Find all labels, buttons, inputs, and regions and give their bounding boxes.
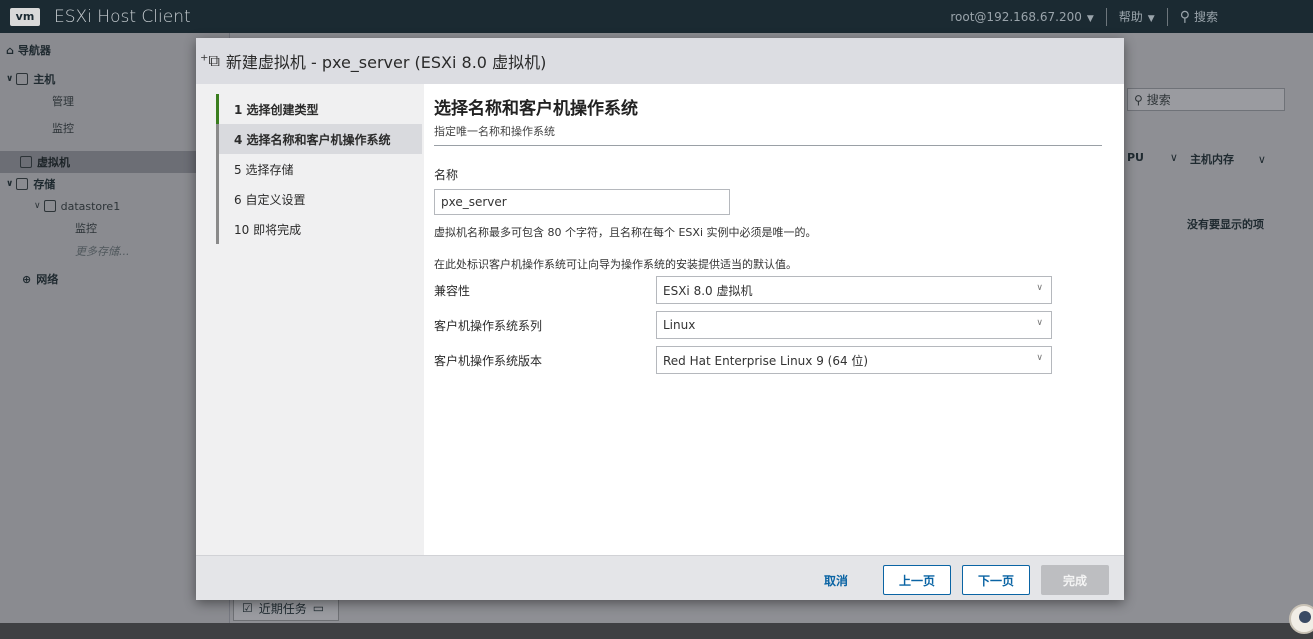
top-bar: vm ESXi Host Client root@192.168.67.200 ▼…	[0, 0, 1313, 33]
chevron-down-icon: ∨	[6, 74, 14, 84]
wizard-steps: 1 选择创建类型 4 选择名称和客户机操作系统 5 选择存储 6 自定义设置 1…	[196, 84, 424, 555]
os-family-label: 客户机操作系统系列	[434, 319, 543, 333]
recent-tasks-bar	[0, 623, 1313, 639]
os-version-label: 客户机操作系统版本	[434, 354, 543, 368]
os-family-value: Linux	[663, 318, 696, 332]
nav-item-more-storage[interactable]: 更多存储...	[75, 240, 130, 262]
wizard-step-4[interactable]: 4 选择名称和客户机操作系统	[216, 124, 422, 154]
nav-item-label: 管理	[52, 95, 74, 108]
host-icon	[16, 73, 29, 85]
os-version-value: Red Hat Enterprise Linux 9 (64 位)	[663, 353, 869, 368]
vmware-logo: vm	[10, 7, 40, 26]
help-menu[interactable]: 帮助 ▼	[1119, 8, 1155, 25]
search-icon: ⚲	[1179, 9, 1190, 25]
storage-icon	[16, 178, 29, 190]
nav-item-label: 存储	[33, 178, 56, 191]
compatibility-label: 兼容性	[434, 284, 471, 298]
nav-item-datastore-monitor[interactable]: 监控	[75, 217, 97, 239]
column-header-cpu[interactable]: PU ∨	[1127, 151, 1178, 164]
wizard-step-10[interactable]: 10 即将完成	[216, 214, 422, 244]
chevron-down-icon: ▼	[1147, 14, 1155, 24]
app-title: ESXi Host Client	[54, 6, 191, 27]
help-label: 帮助	[1118, 10, 1143, 24]
chevron-down-icon: ▼	[1086, 13, 1094, 24]
dialog-title: 新建虚拟机 - pxe_server (ESXi 8.0 虚拟机)	[225, 53, 547, 72]
chevron-down-icon: ∨	[6, 179, 14, 189]
maximize-icon: ▭	[312, 601, 325, 615]
column-header-memory[interactable]: 主机内存 ∨	[1190, 151, 1266, 167]
navigator-header: ⌂ 导航器	[6, 39, 51, 61]
finish-button[interactable]: 完成	[1041, 565, 1109, 595]
search-icon: ⚲	[1134, 92, 1143, 107]
nav-item-host[interactable]: ∨ 主机	[6, 68, 55, 90]
name-hint: 虚拟机名称最多可包含 80 个字符，且名称在每个 ESXi 实例中必须是唯一的。	[434, 226, 817, 239]
wizard-step-5[interactable]: 5 选择存储	[216, 154, 422, 184]
dialog-header: ⁺⧉ 新建虚拟机 - pxe_server (ESXi 8.0 虚拟机)	[196, 38, 1124, 84]
checkbox-icon: ☑	[242, 601, 253, 615]
nav-item-monitor[interactable]: 监控	[52, 117, 74, 139]
chevron-down-icon: ∨	[1257, 153, 1266, 166]
wizard-step-6[interactable]: 6 自定义设置	[216, 184, 422, 214]
navigator-header-label: 导航器	[17, 44, 51, 57]
os-hint: 在此处标识客户机操作系统可让向导为操作系统的安装提供适当的默认值。	[434, 258, 797, 271]
global-search[interactable]: ⚲ 搜索	[1180, 8, 1218, 25]
home-icon: ⌂	[6, 43, 14, 57]
vm-search-input[interactable]: ⚲ 搜索	[1127, 88, 1285, 111]
back-button[interactable]: 上一页	[883, 565, 951, 595]
chevron-down-icon: ∨	[1036, 318, 1043, 328]
user-label: root@192.168.67.200	[950, 9, 1082, 24]
recent-tasks-label: 近期任务	[258, 601, 307, 616]
datastore-icon	[43, 200, 56, 212]
vm-name-input[interactable]	[434, 189, 730, 215]
os-family-select[interactable]: Linux ∨	[656, 311, 1052, 339]
os-version-select[interactable]: Red Hat Enterprise Linux 9 (64 位) ∨	[656, 346, 1052, 374]
nav-item-label: 更多存储...	[75, 245, 130, 258]
nav-item-storage[interactable]: ∨ 存储	[6, 173, 55, 195]
chevron-down-icon: ∨	[1036, 353, 1043, 363]
network-icon: ⊕	[22, 272, 32, 286]
nav-item-label: 虚拟机	[37, 156, 70, 169]
nav-item-label: 主机	[33, 73, 56, 86]
assistant-avatar[interactable]	[1289, 604, 1313, 634]
step-subtitle: 指定唯一名称和操作系统	[434, 125, 555, 138]
vm-icon	[20, 156, 32, 168]
chevron-down-icon: ∨	[1036, 283, 1043, 293]
column-label: 主机内存	[1190, 153, 1234, 166]
divider	[1166, 7, 1168, 26]
compatibility-select[interactable]: ESXi 8.0 虚拟机 ∨	[656, 276, 1052, 304]
nav-item-label: 监控	[52, 122, 74, 135]
nav-item-datastore1[interactable]: ∨ datastore1	[34, 195, 120, 217]
cancel-button[interactable]: 取消	[808, 565, 864, 595]
chevron-down-icon: ∨	[34, 201, 41, 211]
step-title: 选择名称和客户机操作系统	[434, 99, 638, 119]
search-label: 搜索	[1193, 10, 1218, 24]
wizard-content: 选择名称和客户机操作系统 指定唯一名称和操作系统 名称 虚拟机名称最多可包含 8…	[424, 84, 1124, 555]
compatibility-value: ESXi 8.0 虚拟机	[663, 283, 753, 298]
chevron-down-icon: ∨	[1169, 151, 1178, 164]
next-button[interactable]: 下一页	[962, 565, 1030, 595]
column-label: PU	[1127, 151, 1144, 164]
name-label: 名称	[434, 168, 459, 182]
new-vm-wizard-dialog: ⁺⧉ 新建虚拟机 - pxe_server (ESXi 8.0 虚拟机) 1 选…	[196, 38, 1124, 600]
nav-item-manage[interactable]: 管理	[52, 90, 74, 112]
new-vm-icon: ⁺⧉	[200, 51, 220, 70]
top-bar-right: root@192.168.67.200 ▼ 帮助 ▼ ⚲ 搜索	[950, 0, 1218, 33]
nav-item-label: 监控	[75, 222, 97, 235]
divider	[1105, 7, 1107, 26]
empty-table-message: 没有要显示的项	[1187, 218, 1264, 231]
wizard-step-1[interactable]: 1 选择创建类型	[216, 94, 422, 124]
divider	[434, 145, 1102, 146]
nav-item-label: datastore1	[60, 199, 121, 213]
nav-item-network[interactable]: ⊕ 网络	[22, 268, 58, 290]
user-menu[interactable]: root@192.168.67.200 ▼	[950, 10, 1093, 24]
dialog-footer: 取消 上一页 下一页 完成	[196, 555, 1124, 600]
nav-item-label: 网络	[36, 273, 59, 286]
search-placeholder: 搜索	[1146, 93, 1171, 107]
